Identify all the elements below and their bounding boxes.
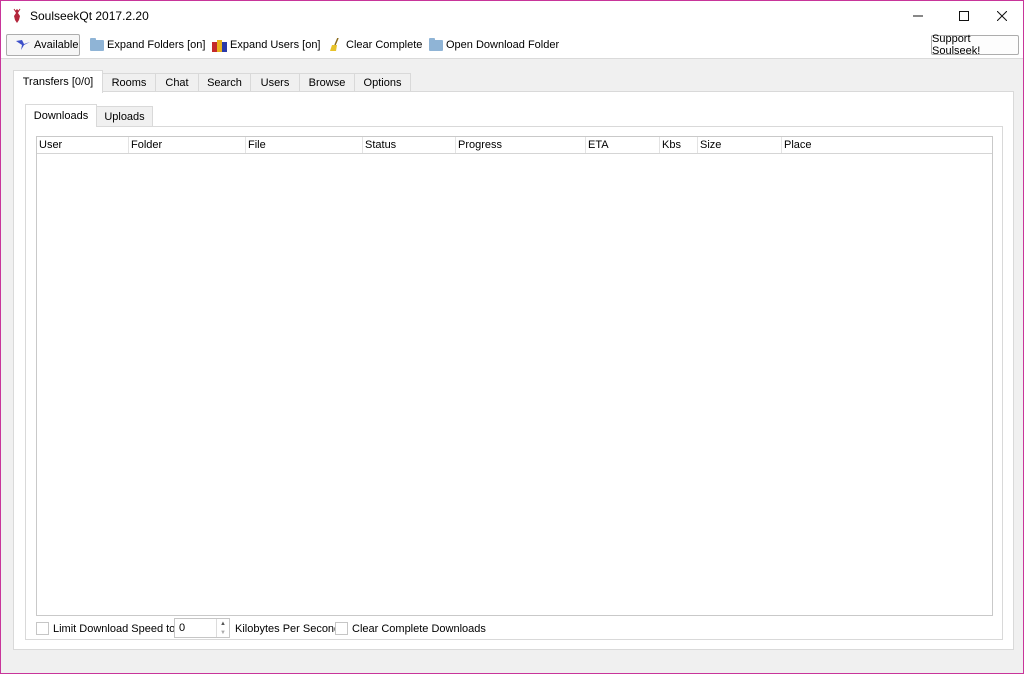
tab-label: Rooms bbox=[111, 77, 147, 89]
broom-icon bbox=[330, 38, 339, 51]
clear-complete-downloads-label: Clear Complete Downloads bbox=[352, 623, 486, 635]
speed-limit-spinbox[interactable]: 0 ▲ ▼ bbox=[174, 618, 230, 638]
table-header: User Folder File Status Progress ETA Kbs… bbox=[37, 137, 992, 154]
column-header-place[interactable]: Place bbox=[782, 137, 992, 153]
table-body[interactable] bbox=[37, 154, 992, 615]
open-download-folder-label: Open Download Folder bbox=[446, 39, 560, 51]
spin-buttons: ▲ ▼ bbox=[216, 619, 229, 637]
window-title: SoulseekQt 2017.2.20 bbox=[30, 9, 149, 23]
tab-transfers[interactable]: Transfers [0/0] bbox=[13, 70, 103, 93]
spin-down-icon[interactable]: ▼ bbox=[217, 628, 229, 637]
support-soulseek-button[interactable]: Support Soulseek! bbox=[931, 33, 1019, 57]
app-window: SoulseekQt 2017.2.20 Available Expand Fo… bbox=[0, 0, 1024, 674]
status-label: Available bbox=[34, 39, 79, 51]
limit-speed-label: Limit Download Speed to bbox=[53, 623, 176, 635]
minimize-button[interactable] bbox=[895, 1, 941, 30]
tab-label: Chat bbox=[165, 77, 189, 89]
tab-chat[interactable]: Chat bbox=[155, 73, 199, 92]
tab-users[interactable]: Users bbox=[250, 73, 300, 92]
spin-up-icon[interactable]: ▲ bbox=[217, 619, 229, 628]
toolbar: Available Expand Folders [on] Expand Use… bbox=[1, 30, 1023, 59]
column-header-file[interactable]: File bbox=[246, 137, 363, 153]
tab-label: Browse bbox=[308, 77, 346, 89]
title-bar: SoulseekQt 2017.2.20 bbox=[1, 1, 1023, 30]
status-available-button[interactable]: Available bbox=[6, 34, 80, 56]
open-download-folder-button[interactable]: Open Download Folder bbox=[429, 34, 559, 56]
tab-browse[interactable]: Browse bbox=[299, 73, 355, 92]
tab-label: Users bbox=[260, 77, 290, 89]
tab-label: Uploads bbox=[104, 110, 145, 123]
column-header-progress[interactable]: Progress bbox=[456, 137, 586, 153]
bird-icon bbox=[16, 40, 30, 50]
expand-users-label: Expand Users [on] bbox=[230, 39, 321, 51]
speed-unit-label: Kilobytes Per Second bbox=[235, 623, 341, 635]
tab-options[interactable]: Options bbox=[354, 73, 411, 92]
tab-search[interactable]: Search bbox=[198, 73, 251, 92]
tab-downloads[interactable]: Downloads bbox=[25, 104, 97, 127]
folder-icon bbox=[429, 37, 443, 51]
folder-icon bbox=[90, 37, 104, 51]
column-header-eta[interactable]: ETA bbox=[586, 137, 660, 153]
support-label: Support Soulseek! bbox=[932, 33, 981, 57]
download-options-bar: Limit Download Speed to 0 ▲ ▼ Kilobytes … bbox=[36, 618, 986, 638]
minimize-icon bbox=[913, 15, 923, 16]
column-header-user[interactable]: User bbox=[37, 137, 129, 153]
limit-speed-checkbox[interactable] bbox=[36, 622, 49, 635]
users-icon bbox=[212, 39, 227, 52]
clear-complete-label: Clear Complete bbox=[346, 39, 423, 51]
speed-limit-value[interactable]: 0 bbox=[179, 622, 185, 634]
tab-label: Options bbox=[363, 77, 402, 89]
clear-complete-button[interactable]: Clear Complete bbox=[329, 34, 422, 56]
expand-users-button[interactable]: Expand Users [on] bbox=[212, 34, 321, 56]
expand-folders-button[interactable]: Expand Folders [on] bbox=[90, 34, 205, 56]
expand-folders-label: Expand Folders [on] bbox=[107, 39, 206, 51]
tab-uploads[interactable]: Uploads bbox=[96, 106, 153, 126]
column-header-status[interactable]: Status bbox=[363, 137, 456, 153]
close-button[interactable] bbox=[979, 1, 1024, 30]
downloads-table: User Folder File Status Progress ETA Kbs… bbox=[36, 136, 993, 616]
transfers-panel: Downloads Uploads User Folder File Statu… bbox=[13, 91, 1014, 650]
downloads-panel: User Folder File Status Progress ETA Kbs… bbox=[25, 126, 1003, 640]
tab-label: Transfers [0/0] bbox=[22, 76, 94, 88]
tab-label: Downloads bbox=[33, 110, 89, 122]
soulseek-logo-icon bbox=[13, 8, 21, 23]
tab-rooms[interactable]: Rooms bbox=[102, 73, 156, 92]
column-header-folder[interactable]: Folder bbox=[129, 137, 246, 153]
column-header-kbs[interactable]: Kbs bbox=[660, 137, 698, 153]
clear-complete-downloads-checkbox[interactable] bbox=[335, 622, 348, 635]
close-icon bbox=[997, 10, 1007, 21]
maximize-icon bbox=[959, 10, 969, 21]
column-header-size[interactable]: Size bbox=[698, 137, 782, 153]
tab-label: Search bbox=[207, 77, 242, 89]
